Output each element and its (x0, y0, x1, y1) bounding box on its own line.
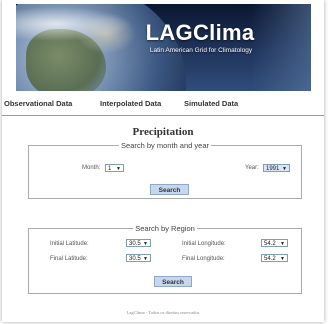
page-title: Precipitation (132, 126, 194, 138)
month-year-legend: Search by month and year (121, 141, 209, 150)
chevron-down-icon: ▼ (280, 256, 285, 262)
site-title: LAGClima (145, 20, 255, 45)
year-select-value: 1991 (266, 166, 280, 172)
chevron-down-icon: ▼ (143, 241, 148, 247)
month-select-value: 1 (108, 166, 112, 172)
final-latitude-label: Final Latitude: (50, 256, 88, 262)
nav-simulated-data[interactable]: Simulated Data (184, 99, 238, 108)
month-select[interactable]: 1 ▼ (105, 164, 124, 172)
year-label: Year: (245, 165, 259, 171)
initial-latitude-label: Initial Latitude: (50, 241, 89, 247)
footer-text: LagClima - Todos os direitos reservados (126, 310, 200, 315)
month-label: Month: (82, 165, 101, 171)
initial-longitude-value: 54.2 (264, 241, 276, 247)
initial-latitude-value: 30.5 (129, 241, 141, 247)
main-nav: Observational Data Interpolated Data Sim… (2, 99, 324, 115)
page-frame: LAGClima Latin American Grid for Climato… (2, 0, 324, 322)
region-legend: Search by Region (135, 224, 195, 233)
chevron-down-icon: ▼ (116, 166, 121, 172)
final-latitude-select[interactable]: 30.5 ▼ (126, 254, 151, 262)
final-longitude-label: Final Longitude: (182, 256, 225, 262)
search-month-year-button[interactable]: Search (150, 184, 189, 195)
search-region-button[interactable]: Search (154, 276, 192, 287)
chevron-down-icon: ▼ (143, 256, 148, 262)
initial-longitude-select[interactable]: 54.2 ▼ (261, 239, 288, 247)
initial-longitude-label: Initial Longitude: (182, 241, 226, 247)
nav-interpolated-data[interactable]: Interpolated Data (100, 99, 161, 108)
year-select[interactable]: 1991 ▼ (263, 164, 290, 172)
site-subtitle: Latin American Grid for Climatology (149, 47, 253, 54)
nav-divider (2, 115, 324, 116)
final-longitude-value: 54.2 (264, 256, 276, 262)
initial-latitude-select[interactable]: 30.5 ▼ (126, 239, 151, 247)
chevron-down-icon: ▼ (280, 241, 285, 247)
nav-observational-data[interactable]: Observational Data (4, 99, 72, 108)
final-latitude-value: 30.5 (129, 256, 141, 262)
final-longitude-select[interactable]: 54.2 ▼ (261, 254, 288, 262)
chevron-down-icon: ▼ (282, 166, 287, 172)
